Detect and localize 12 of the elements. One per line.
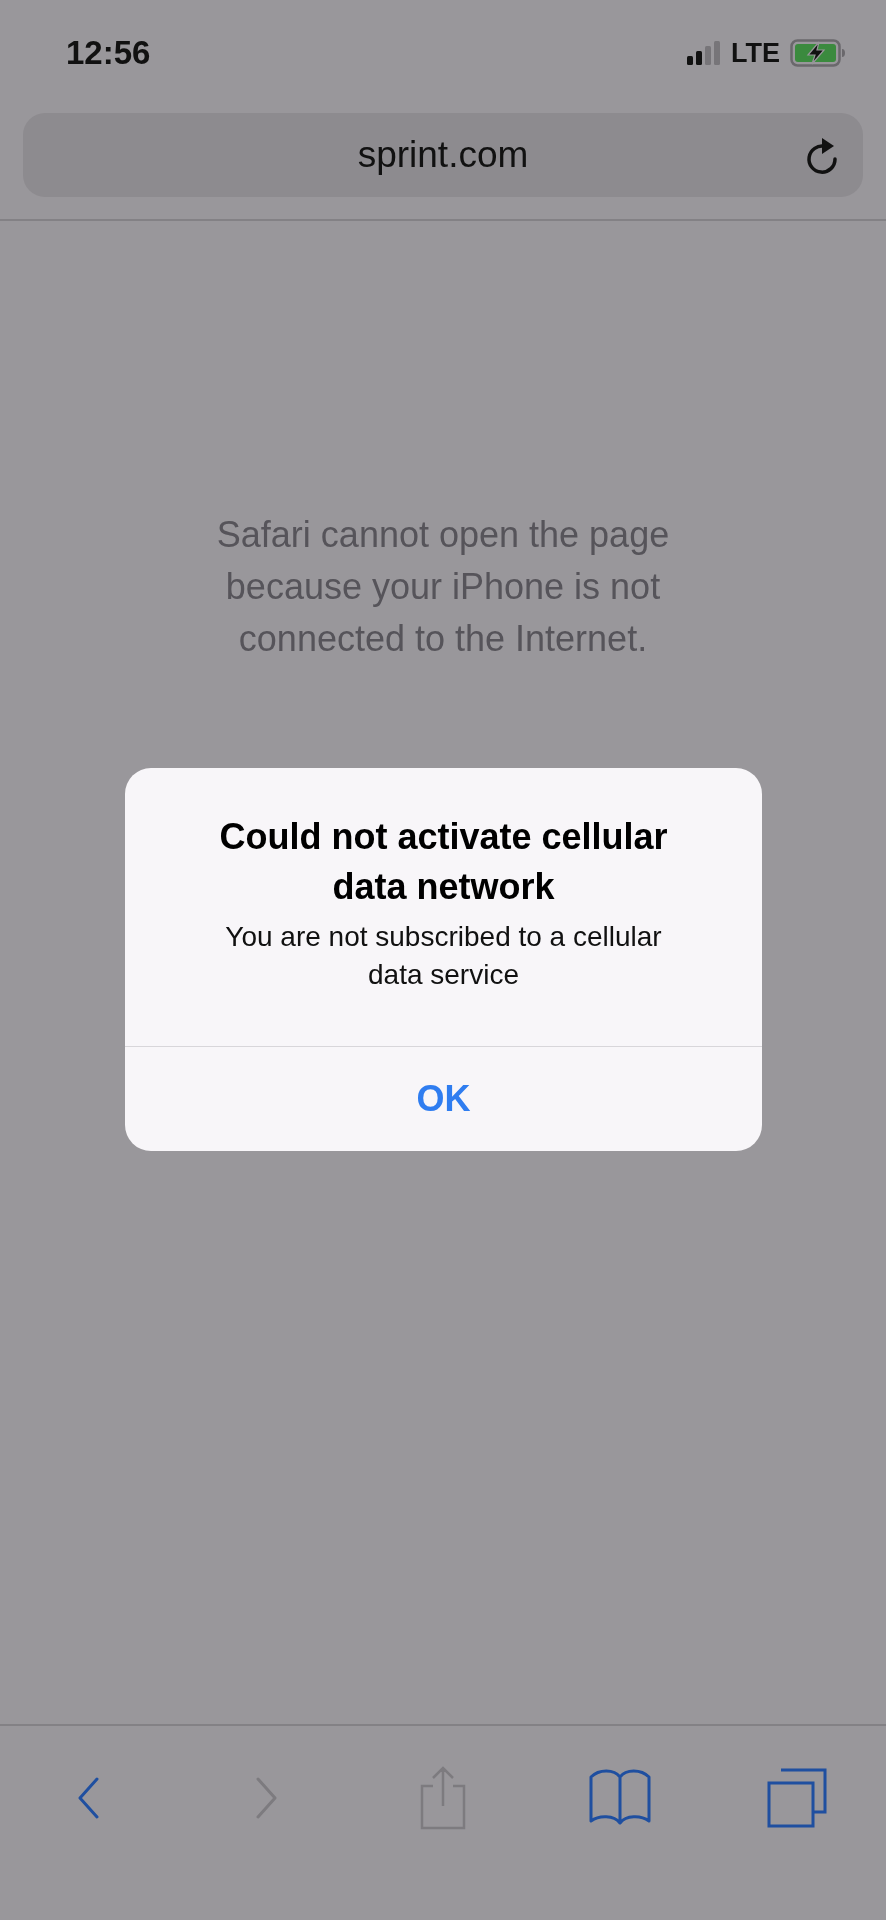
ok-button[interactable]: OK <box>125 1047 762 1151</box>
tabs-icon[interactable] <box>767 1768 828 1828</box>
alert-message: You are not subscribed to a cellular data service <box>224 920 663 992</box>
back-icon[interactable] <box>76 1776 101 1820</box>
book-icon[interactable] <box>589 1769 652 1827</box>
alert-title: Could not activate cellular data network <box>218 815 669 909</box>
address-bar[interactable]: sprint.com <box>23 113 863 197</box>
signal-icon <box>687 41 721 65</box>
status-time: 12:56 <box>66 34 151 72</box>
battery-icon <box>790 39 846 67</box>
network-type: LTE <box>731 37 780 69</box>
error-message: Safari cannot open the page because your iPhone is not connected to the Internet. <box>215 513 671 661</box>
